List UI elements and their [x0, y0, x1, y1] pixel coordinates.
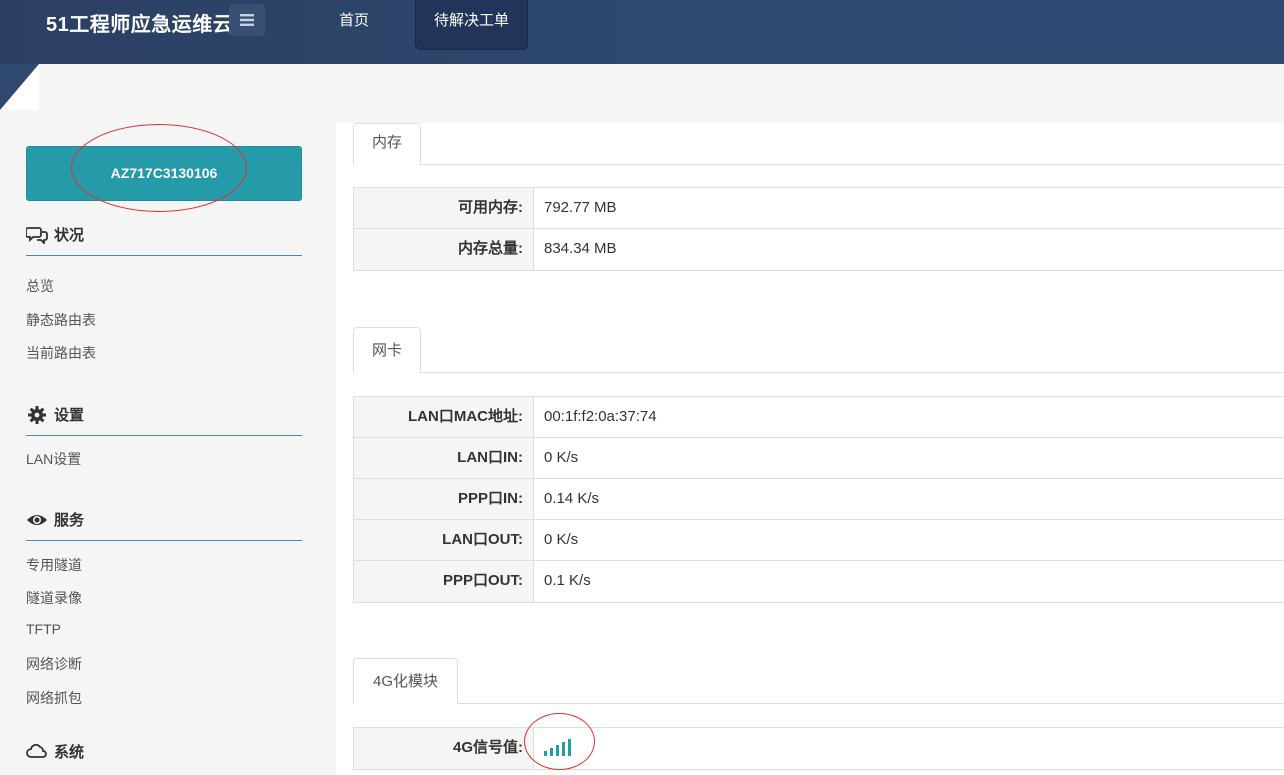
- table-row: PPP口IN: 0.14 K/s: [354, 479, 1284, 520]
- row-key: PPP口OUT:: [354, 561, 534, 602]
- signal-bar: [544, 751, 547, 756]
- row-value: 0 K/s: [544, 531, 579, 548]
- sidebar-item-tftp[interactable]: TFTP: [26, 621, 61, 637]
- sidebar-item-tunnel-recording[interactable]: 隧道录像: [26, 588, 82, 608]
- row-value: 0.14 K/s: [544, 490, 600, 507]
- sidebar-item-lan-settings[interactable]: LAN设置: [26, 449, 81, 469]
- nic-table: LAN口MAC地址: 00:1f:f2:0a:37:74 LAN口IN: 0 K…: [353, 396, 1284, 603]
- memory-tab-divider: [353, 164, 1284, 165]
- row-value: 0.1 K/s: [544, 572, 591, 589]
- row-key: PPP口IN:: [354, 479, 534, 519]
- signal-bar: [556, 745, 559, 756]
- module4g-table: 4G信号值:: [353, 727, 1284, 770]
- tab-memory[interactable]: 内存: [353, 123, 421, 165]
- table-row: LAN口MAC地址: 00:1f:f2:0a:37:74: [354, 397, 1284, 438]
- section-services-title: 服务: [54, 512, 85, 529]
- table-row: LAN口OUT: 0 K/s: [354, 520, 1284, 561]
- sidebar-item-packet-capture[interactable]: 网络抓包: [26, 688, 82, 708]
- menu-toggle-button[interactable]: [229, 4, 265, 36]
- row-key: 可用内存:: [354, 188, 534, 228]
- table-row: PPP口OUT: 0.1 K/s: [354, 561, 1284, 602]
- nic-tab-divider: [353, 372, 1284, 373]
- row-key: LAN口MAC地址:: [354, 397, 534, 437]
- comments-icon: [26, 225, 48, 245]
- sidebar-item-overview[interactable]: 总览: [26, 276, 54, 296]
- row-value: 00:1f:f2:0a:37:74: [544, 408, 657, 425]
- table-row: LAN口IN: 0 K/s: [354, 438, 1284, 479]
- sidebar-item-network-diagnosis[interactable]: 网络诊断: [26, 654, 82, 674]
- nav-pending-tickets[interactable]: 待解决工单: [415, 0, 528, 50]
- table-row: 内存总量: 834.34 MB: [354, 229, 1284, 270]
- section-settings-header: 设置: [26, 394, 302, 436]
- brand-title[interactable]: 51工程师应急运维云: [46, 8, 233, 37]
- table-row: 可用内存: 792.77 MB: [354, 188, 1284, 229]
- row-value: 792.77 MB: [544, 199, 617, 216]
- main-content: 内存 可用内存: 792.77 MB 内存总量: 834.34 MB 网卡 LA…: [336, 123, 1284, 775]
- row-key: 内存总量:: [354, 229, 534, 270]
- table-row: 4G信号值:: [354, 728, 1284, 769]
- section-status-title: 状况: [54, 227, 85, 244]
- corner-decoration: [0, 64, 39, 110]
- tab-4g-module[interactable]: 4G化模块: [353, 658, 458, 704]
- section-settings-title: 设置: [54, 407, 85, 424]
- module4g-tab-divider: [353, 703, 1284, 704]
- signal-bar: [550, 748, 553, 756]
- sidebar-item-current-routes[interactable]: 当前路由表: [26, 343, 96, 363]
- sidebar-item-tunnel[interactable]: 专用隧道: [26, 555, 82, 575]
- section-system-header: 系统: [26, 730, 302, 772]
- tab-nic[interactable]: 网卡: [353, 327, 421, 373]
- section-services-header: 服务: [26, 499, 302, 541]
- gear-icon: [26, 405, 48, 425]
- sidebar: AZ717C3130106 状况 总览 静态路由表 当前路由表 设置 LAN设置…: [0, 110, 336, 775]
- row-value: 0 K/s: [544, 449, 579, 466]
- row-key: 4G信号值:: [354, 728, 534, 769]
- nav-home[interactable]: 首页: [322, 0, 386, 50]
- device-id-button[interactable]: AZ717C3130106: [26, 146, 302, 201]
- signal-bar: [568, 739, 571, 756]
- row-key: LAN口IN:: [354, 438, 534, 478]
- signal-bar: [562, 742, 565, 756]
- row-value: 834.34 MB: [544, 240, 617, 257]
- memory-table: 可用内存: 792.77 MB 内存总量: 834.34 MB: [353, 187, 1284, 271]
- row-value: [534, 728, 1284, 769]
- hamburger-icon: [240, 14, 254, 26]
- row-key: LAN口OUT:: [354, 520, 534, 560]
- eye-icon: [26, 510, 48, 530]
- sidebar-item-static-routes[interactable]: 静态路由表: [26, 310, 96, 330]
- signal-bars-icon: [544, 728, 574, 768]
- cloud-icon: [26, 741, 48, 761]
- section-status-header: 状况: [26, 214, 302, 256]
- top-navbar: 51工程师应急运维云 首页 待解决工单: [0, 0, 1284, 64]
- section-system-title: 系统: [54, 743, 85, 761]
